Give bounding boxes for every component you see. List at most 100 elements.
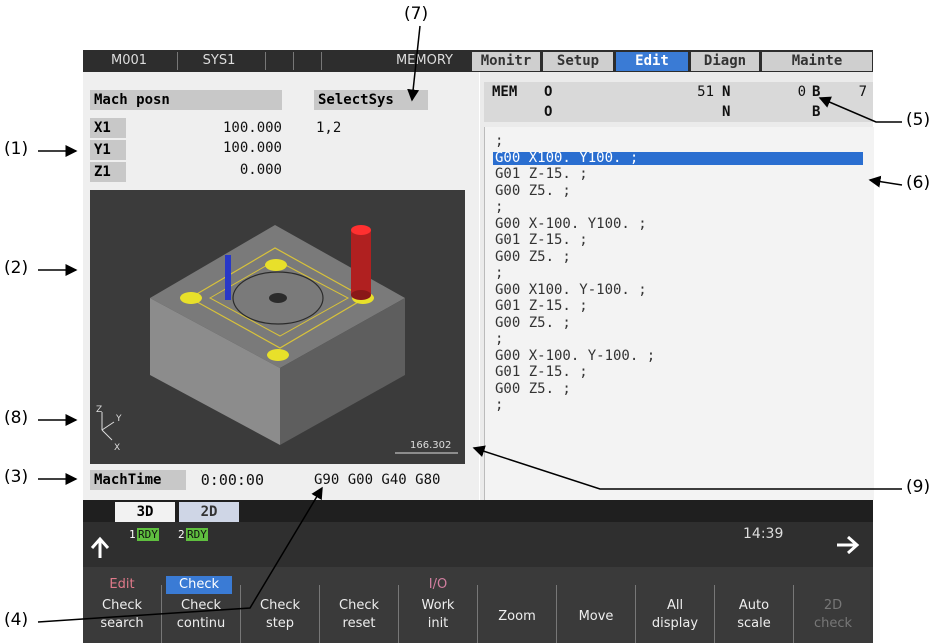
menu-key-label-line1: Check bbox=[181, 598, 221, 613]
modal-info: G90 G00 G40 G80 bbox=[314, 472, 441, 488]
tab-2d[interactable]: 2D bbox=[179, 502, 239, 522]
program-line[interactable]: ; bbox=[495, 332, 503, 346]
menu-key-label-line2: continu bbox=[176, 616, 226, 631]
menu-key-all-display[interactable]: All display bbox=[636, 567, 714, 643]
tab-mainte[interactable]: Mainte bbox=[762, 52, 872, 71]
operation-mode: MEMORY bbox=[395, 53, 453, 68]
mach-time-label: MachTime bbox=[90, 470, 186, 490]
menu-key-label-line1: Check bbox=[339, 598, 379, 613]
menu-key-2d-check: 2D check bbox=[794, 567, 872, 643]
n-number: 0 bbox=[797, 84, 806, 100]
tab-diagn[interactable]: Diagn bbox=[691, 52, 759, 71]
status-bar: 1 RDY 2 RDY 14:39 bbox=[83, 522, 873, 567]
hole-bottom bbox=[267, 349, 289, 361]
o-number: 51 bbox=[697, 84, 714, 100]
menu-key-label-line1: 2D bbox=[823, 598, 843, 613]
top-status-bar: M001 SYS1 MEMORY Monitr Setup Edit Diagn… bbox=[83, 50, 873, 72]
callout-3: (3) bbox=[4, 467, 29, 487]
menu-key-check-reset[interactable]: Check reset bbox=[320, 567, 398, 643]
axis-z1-value: 0.000 bbox=[239, 162, 282, 178]
b-label-2: B bbox=[812, 104, 821, 120]
axis-y1-label: Y1 bbox=[90, 140, 126, 160]
program-line[interactable]: ; bbox=[495, 134, 503, 148]
program-line[interactable]: G01 Z-15. ; bbox=[495, 167, 588, 181]
workpiece-drawing: Z Y X 166.302 bbox=[96, 225, 458, 454]
machine-name: M001 bbox=[110, 53, 148, 68]
select-sys-value: 1,2 bbox=[316, 120, 342, 136]
menu-key-label-line2: scale bbox=[737, 616, 771, 631]
callout-7: (7) bbox=[404, 4, 429, 24]
program-line[interactable]: ; bbox=[495, 398, 503, 412]
program-line[interactable]: G00 X-100. Y100. ; bbox=[495, 216, 647, 231]
tab-setup[interactable]: Setup bbox=[543, 52, 613, 71]
menu-key-label: Move bbox=[578, 609, 614, 624]
axis-x1-label: X1 bbox=[90, 118, 126, 138]
red-tool-top bbox=[351, 225, 371, 235]
callout-5: (5) bbox=[906, 110, 931, 130]
program-line[interactable]: G00 Z5. ; bbox=[495, 249, 571, 264]
mach-posn-label: Mach posn bbox=[90, 90, 282, 110]
mem-label: MEM bbox=[492, 84, 518, 100]
program-line[interactable]: G00 X100. Y-100. ; bbox=[495, 282, 647, 297]
program-line[interactable]: G00 Z5. ; bbox=[495, 183, 571, 198]
menu-key-move[interactable]: Move bbox=[557, 567, 635, 643]
hole-top bbox=[265, 259, 287, 271]
menu-key-label-line2: reset bbox=[342, 616, 376, 631]
axis-z1-label: Z1 bbox=[90, 162, 126, 182]
callout-8: (8) bbox=[4, 408, 29, 428]
sys2-ready-badge: RDY bbox=[186, 528, 208, 541]
program-line[interactable]: G00 Z5. ; bbox=[495, 381, 571, 396]
menu-key-auto-scale[interactable]: Auto scale bbox=[715, 567, 793, 643]
3d-graphic-view[interactable]: Z Y X 166.302 bbox=[90, 190, 465, 464]
hole-center bbox=[269, 293, 287, 303]
program-line[interactable]: G01 Z-15. ; bbox=[495, 233, 588, 247]
menu-key-label-line2: check bbox=[813, 616, 853, 631]
menu-key-label-line1: All bbox=[666, 598, 684, 613]
axis-y1-value: 100.000 bbox=[222, 140, 282, 156]
menu-key-label-line2: init bbox=[427, 616, 449, 631]
view-tab-bar: 3D 2D bbox=[83, 500, 873, 522]
program-line[interactable]: G01 Z-15. ; bbox=[495, 365, 588, 379]
select-sys-label: SelectSys bbox=[314, 90, 428, 110]
program-line[interactable]: G00 X-100. Y-100. ; bbox=[495, 348, 655, 363]
program-line[interactable]: G00 Z5. ; bbox=[495, 315, 571, 330]
red-tool-body bbox=[351, 230, 371, 295]
group-label-check: Check bbox=[166, 576, 232, 594]
program-line-selected[interactable]: G00 X100. Y100. ; bbox=[493, 150, 863, 165]
tab-edit[interactable]: Edit bbox=[616, 52, 688, 71]
menu-key-label: Zoom bbox=[498, 609, 536, 624]
blue-tool bbox=[225, 255, 231, 300]
clock: 14:39 bbox=[743, 526, 784, 542]
program-line[interactable]: ; bbox=[495, 200, 503, 214]
tab-monitr[interactable]: Monitr bbox=[472, 52, 540, 71]
callout-9: (9) bbox=[906, 477, 931, 497]
b-label: B bbox=[812, 84, 821, 100]
hole-left bbox=[180, 292, 202, 304]
menu-key-label-line2: search bbox=[100, 616, 144, 631]
tab-3d[interactable]: 3D bbox=[115, 502, 175, 522]
program-header: MEM O 51 N 0 B 7 O N B bbox=[484, 82, 873, 122]
o-label: O bbox=[544, 84, 553, 100]
menu-key-check-continu[interactable]: Check Check continu bbox=[162, 567, 240, 643]
callout-4: (4) bbox=[4, 610, 29, 630]
o-label-2: O bbox=[544, 104, 553, 120]
callout-1: (1) bbox=[4, 139, 29, 159]
menu-key-zoom[interactable]: Zoom bbox=[478, 567, 556, 643]
program-editor[interactable]: ; G00 X100. Y100. ; G01 Z-15. ; G00 Z5. ;; G… bbox=[484, 127, 874, 500]
axis-y-letter: Y bbox=[115, 414, 122, 424]
program-line[interactable]: ; bbox=[495, 266, 503, 280]
n-label-2: N bbox=[722, 104, 731, 120]
up-arrow-icon[interactable] bbox=[89, 536, 111, 560]
sys2-number: 2 bbox=[178, 528, 185, 541]
right-arrow-icon[interactable] bbox=[835, 534, 861, 556]
axis-x1-value: 100.000 bbox=[222, 120, 282, 136]
menu-key-check-step[interactable]: Check step bbox=[241, 567, 319, 643]
sys1-number: 1 bbox=[129, 528, 136, 541]
menu-key-check-search[interactable]: Edit Check search bbox=[83, 567, 161, 643]
program-line[interactable]: G01 Z-15. ; bbox=[495, 299, 588, 313]
menu-key-label-line1: Auto bbox=[738, 598, 770, 613]
menu-key-work-init[interactable]: I/O Work init bbox=[399, 567, 477, 643]
group-label-io: I/O bbox=[428, 577, 448, 592]
menu-key-label-line1: Check bbox=[260, 598, 300, 613]
callout-2: (2) bbox=[4, 258, 29, 278]
